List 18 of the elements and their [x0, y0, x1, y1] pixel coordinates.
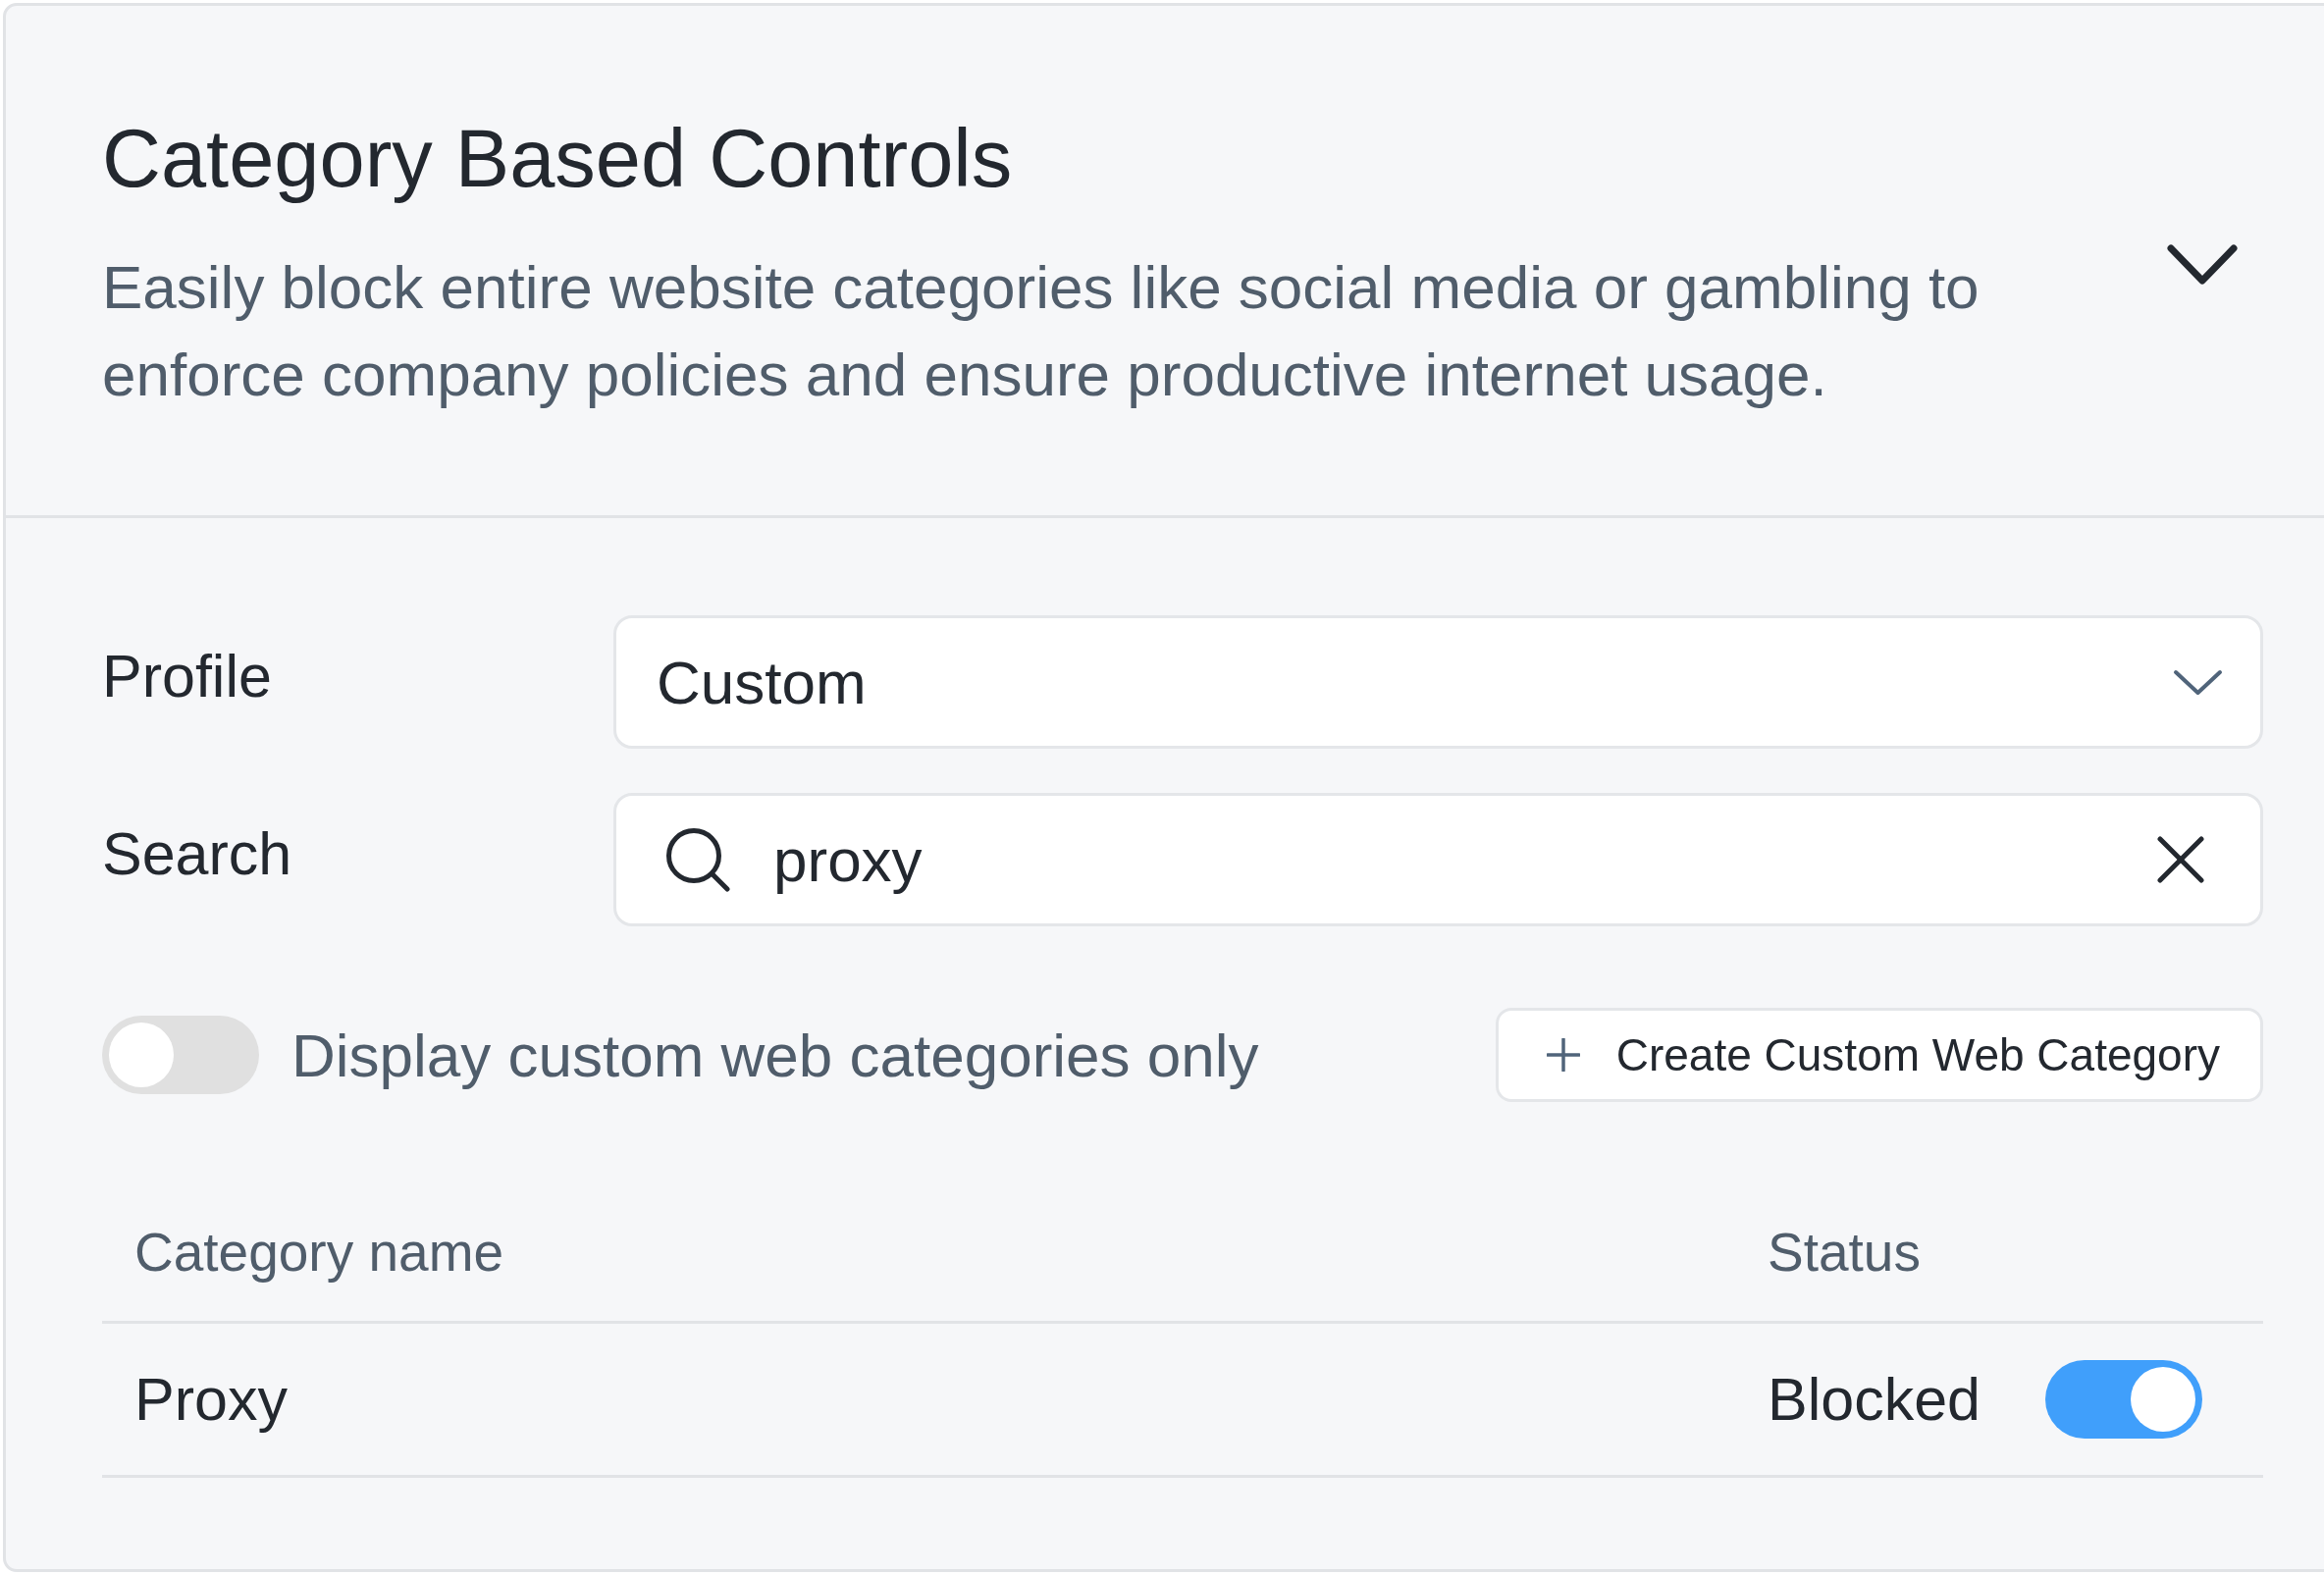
profile-select[interactable]: Custom — [613, 615, 2263, 749]
category-name: Proxy — [134, 1366, 288, 1433]
status-label: Blocked — [1768, 1365, 1981, 1434]
search-input[interactable]: proxy — [773, 820, 2118, 899]
chevron-down-icon — [2173, 668, 2223, 696]
search-icon — [665, 827, 730, 892]
search-field[interactable]: proxy — [613, 793, 2263, 926]
create-category-button[interactable]: Create Custom Web Category — [1495, 1008, 2263, 1102]
section-title: Category Based Controls — [102, 112, 1013, 206]
close-icon[interactable] — [2157, 836, 2204, 883]
chevron-down-icon[interactable] — [2167, 244, 2238, 286]
search-label: Search — [102, 819, 292, 888]
toggle-label: Display custom web categories only — [291, 1020, 1259, 1090]
column-header: Status — [1768, 1222, 1921, 1283]
plus-icon — [1546, 1038, 1580, 1072]
section-description: Easily block entire website categories like social media or gambling to enforce company policies and ensure productive internet usage. — [102, 252, 1981, 410]
column-header: Category name — [134, 1222, 504, 1283]
profile-label: Profile — [102, 642, 272, 710]
